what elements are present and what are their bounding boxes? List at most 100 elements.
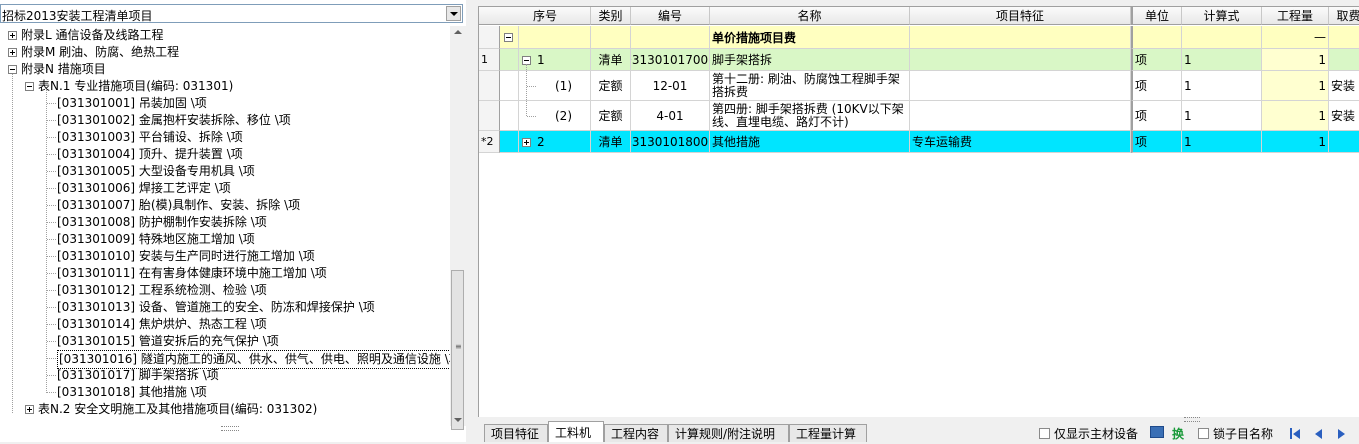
bill-grid[interactable]: 序号类别编号名称项目特征单位计算式工程量取费单价措施项目费—11清单031301…	[478, 6, 1359, 417]
panel-splitter[interactable]	[466, 0, 478, 442]
cell-fee[interactable]	[1329, 49, 1359, 71]
tree-item[interactable]: [031301005] 大型设备专用机具 \项	[57, 163, 255, 180]
column-header-seq[interactable]: 序号	[500, 7, 591, 25]
scroll-thumb[interactable]: ≡	[451, 270, 464, 430]
cell-code[interactable]: 031301018001	[631, 131, 710, 153]
tree-item[interactable]: [031301017] 脚手架搭拆 \项	[57, 367, 219, 384]
cell-formula[interactable]	[1182, 26, 1262, 49]
tree-item[interactable]: [031301011] 在有害身体健康环境中施工增加 \项	[57, 265, 327, 282]
cell-name[interactable]: 单价措施项目费	[710, 26, 910, 49]
column-header-fee[interactable]: 取费	[1329, 7, 1359, 25]
cell-fee[interactable]	[1329, 131, 1359, 153]
tree-folder[interactable]: 表N.2 安全文明施工及其他措施项目(编码: 031302)	[38, 401, 317, 418]
cell-type[interactable]: 清单	[591, 131, 631, 153]
tab-2[interactable]: 工料机	[548, 421, 604, 442]
tree-item[interactable]: [031301018] 其他措施 \项	[57, 384, 207, 401]
previous-icon[interactable]	[1315, 429, 1322, 439]
cell-qty[interactable]: 1	[1262, 71, 1329, 101]
cell-qty[interactable]: —	[1262, 26, 1329, 49]
cell-code[interactable]: 031301017001	[631, 49, 710, 71]
tree-item[interactable]: [031301012] 工程系统检测、检验 \项	[57, 282, 267, 299]
first-page-icon[interactable]	[1293, 429, 1300, 439]
tree-folder[interactable]: 附录N 措施项目	[21, 61, 106, 78]
tree-item[interactable]: [031301015] 管道安拆后的充气保护 \项	[57, 333, 279, 350]
cell-fee[interactable]: 安装	[1329, 71, 1359, 101]
tree-item[interactable]: [031301002] 金属抱杆安装拆除、移位 \项	[57, 112, 291, 129]
column-header-name[interactable]: 名称	[710, 7, 910, 25]
cell-code[interactable]: 12-01	[631, 71, 710, 101]
tab-4[interactable]: 计算规则/附注说明	[668, 424, 789, 442]
cell-fee[interactable]	[1329, 26, 1359, 49]
row-header[interactable]: 1	[479, 49, 500, 71]
tree-item[interactable]: [031301013] 设备、管道施工的安全、防冻和焊接保护 \项	[57, 299, 375, 316]
cell-name[interactable]: 其他措施	[710, 131, 910, 153]
cell-type[interactable]	[591, 26, 631, 49]
tree-scrollbar[interactable]: ≡	[450, 26, 466, 430]
row-header[interactable]	[479, 26, 500, 49]
cell-formula[interactable]: 1	[1182, 71, 1262, 101]
cell-feature[interactable]	[910, 26, 1131, 49]
collapse-icon[interactable]	[8, 65, 17, 74]
row-header[interactable]: *2	[479, 131, 500, 153]
cell-name[interactable]: 第四册: 脚手架搭拆费 (10KV以下架线、直埋电缆、路灯不计)	[710, 101, 910, 131]
column-header-code[interactable]: 编号	[631, 7, 710, 25]
tab-1[interactable]: 项目特征	[484, 424, 548, 442]
cell-seq[interactable]	[519, 26, 591, 49]
tree-item[interactable]: [031301007] 胎(模)具制作、安装、拆除 \项	[57, 197, 300, 214]
monitor-icon[interactable]	[1150, 426, 1164, 438]
scroll-down-icon[interactable]	[454, 418, 462, 422]
cell-name[interactable]: 脚手架搭拆	[710, 49, 910, 71]
column-header-unit[interactable]: 单位	[1131, 7, 1182, 25]
tree-item[interactable]: [031301006] 焊接工艺评定 \项	[57, 180, 231, 197]
cell-unit[interactable]: 项	[1131, 101, 1182, 131]
cell-formula[interactable]: 1	[1182, 49, 1262, 71]
tree-item[interactable]: [031301001] 吊装加固 \项	[57, 95, 207, 112]
cell-formula[interactable]: 1	[1182, 131, 1262, 153]
cell-unit[interactable]	[1131, 26, 1182, 49]
tree-item[interactable]: [031301004] 顶升、提升装置 \项	[57, 146, 243, 163]
swap-button[interactable]: 换	[1172, 425, 1184, 442]
expand-icon[interactable]	[8, 31, 17, 40]
column-header-formula[interactable]: 计算式	[1182, 7, 1262, 25]
tree-item[interactable]: [031301009] 特殊地区施工增加 \项	[57, 231, 255, 248]
tree-item[interactable]: [031301008] 防护棚制作安装拆除 \项	[57, 214, 267, 231]
cell-code[interactable]	[631, 26, 710, 49]
cell-qty[interactable]: 1	[1262, 131, 1329, 153]
column-header-qty[interactable]: 工程量	[1262, 7, 1329, 25]
tree-item[interactable]: [031301003] 平台铺设、拆除 \项	[57, 129, 243, 146]
cell-formula[interactable]: 1	[1182, 101, 1262, 131]
cell-type[interactable]: 定额	[591, 71, 631, 101]
cell-qty[interactable]: 1	[1262, 101, 1329, 131]
main-material-only-checkbox[interactable]	[1039, 428, 1050, 439]
grid-resize-grip[interactable]	[1184, 417, 1200, 422]
library-select[interactable]: 招标2013安装工程清单项目	[0, 4, 463, 23]
collapse-icon[interactable]	[25, 82, 34, 91]
cell-feature[interactable]	[910, 101, 1131, 131]
row-header[interactable]	[479, 71, 500, 101]
tab-3[interactable]: 工程内容	[604, 424, 668, 442]
cell-feature[interactable]	[910, 71, 1131, 101]
cell-unit[interactable]: 项	[1131, 131, 1182, 153]
tree-folder[interactable]: 表N.1 专业措施项目(编码: 031301)	[38, 78, 233, 95]
collapse-icon[interactable]	[504, 33, 513, 42]
cell-unit[interactable]: 项	[1131, 71, 1182, 101]
cell-name[interactable]: 第十二册: 刷油、防腐蚀工程脚手架搭拆费	[710, 71, 910, 101]
tree-item[interactable]: [031301014] 焦炉烘炉、热态工程 \项	[57, 316, 267, 333]
cell-type[interactable]: 清单	[591, 49, 631, 71]
cell-code[interactable]: 4-01	[631, 101, 710, 131]
left-panel-resize-grip[interactable]	[221, 426, 239, 431]
expand-icon[interactable]	[25, 405, 34, 414]
next-icon[interactable]	[1338, 429, 1345, 439]
lock-sub-name-checkbox[interactable]	[1198, 428, 1209, 439]
expand-icon[interactable]	[522, 138, 531, 147]
column-header-type[interactable]: 类别	[591, 7, 631, 25]
cell-unit[interactable]: 项	[1131, 49, 1182, 71]
scroll-up-icon[interactable]	[454, 30, 462, 34]
row-header[interactable]	[479, 101, 500, 131]
tree-item[interactable]: [031301010] 安装与生产同时进行施工增加 \项	[57, 248, 315, 265]
tree-folder[interactable]: 附录L 通信设备及线路工程	[21, 27, 164, 44]
cell-feature[interactable]	[910, 49, 1131, 71]
column-header-feature[interactable]: 项目特征	[910, 7, 1131, 25]
cell-qty[interactable]: 1	[1262, 49, 1329, 71]
cell-feature[interactable]: 专车运输费	[910, 131, 1131, 153]
